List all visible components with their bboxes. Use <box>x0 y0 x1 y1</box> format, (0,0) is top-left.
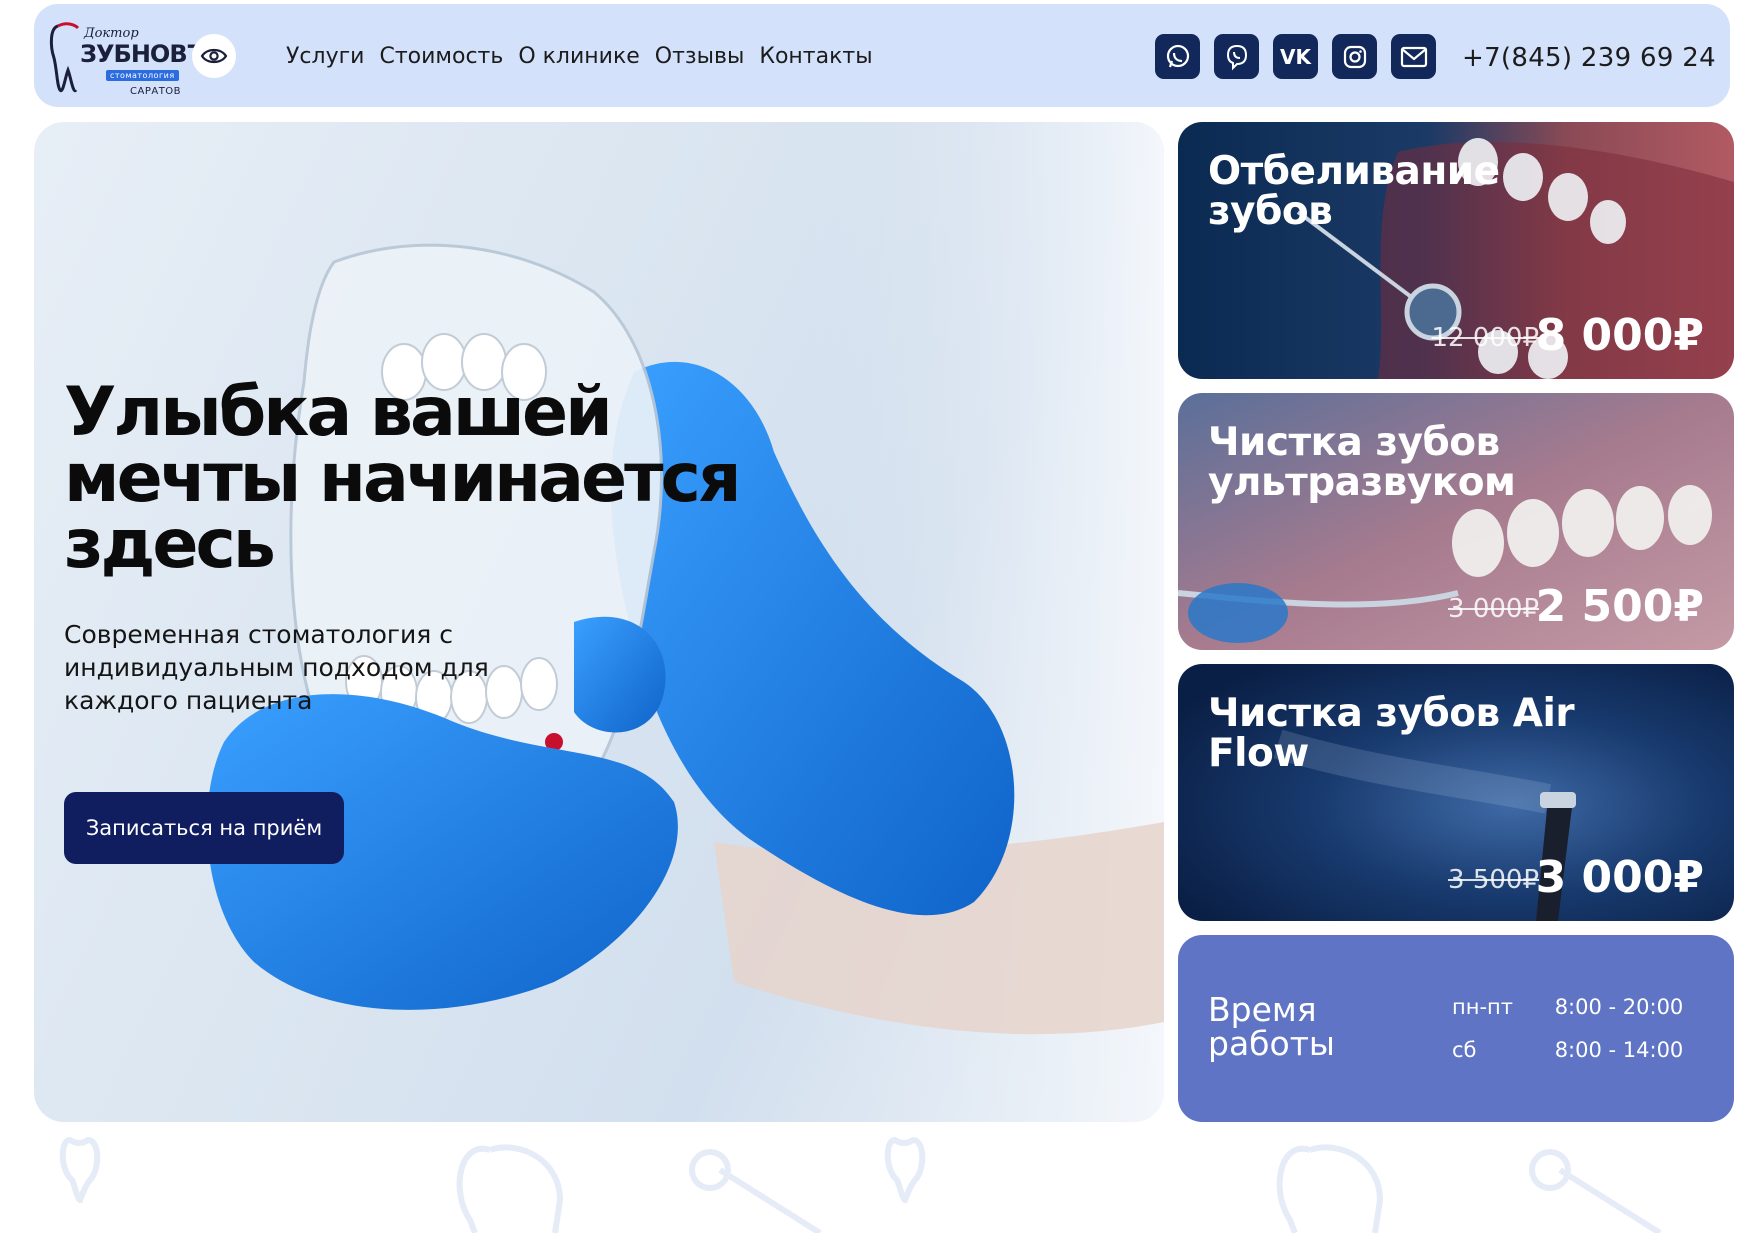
nav-link-reviews[interactable]: Отзывы <box>655 44 745 69</box>
nav-link-prices[interactable]: Стоимость <box>379 44 503 69</box>
instagram-button[interactable] <box>1332 34 1377 79</box>
hero-title: Улыбка вашей мечты начинается здесь <box>64 380 784 578</box>
logo-line2: ЗУБНОВЪ <box>80 40 208 68</box>
service-card-ultrasonic[interactable]: Чистка зубов ультразвуком 3 000₽ 2 500₽ <box>1178 393 1734 650</box>
service-title: Чистка зубов Air Flow <box>1208 694 1588 774</box>
clinic-logo[interactable]: Доктор ЗУБНОВЪ стоматология САРАТОВ <box>48 14 188 102</box>
eye-icon <box>200 47 228 65</box>
social-links: VK <box>1155 34 1436 79</box>
nav-link-services[interactable]: Услуги <box>286 44 364 69</box>
hours-row: пн-пт 8:00 - 20:00 <box>1452 995 1683 1019</box>
mirror-pattern-icon <box>1560 1170 1660 1233</box>
viber-button[interactable] <box>1214 34 1259 79</box>
main-nav: Услуги Стоимость О клинике Отзывы Контак… <box>286 44 873 69</box>
accessibility-button[interactable] <box>192 34 236 78</box>
price: 8 000₽ <box>1536 310 1704 361</box>
old-price: 12 000₽ <box>1431 323 1539 353</box>
price: 2 500₽ <box>1536 581 1704 632</box>
hours-days: пн-пт <box>1452 995 1548 1019</box>
price: 3 000₽ <box>1536 852 1704 903</box>
old-price: 3 500₽ <box>1448 865 1539 895</box>
service-title: Чистка зубов ультразвуком <box>1208 423 1588 503</box>
service-card-airflow[interactable]: Чистка зубов Air Flow 3 500₽ 3 000₽ <box>1178 664 1734 921</box>
tooth-pattern-icon <box>888 1140 923 1200</box>
old-price: 3 000₽ <box>1448 594 1539 624</box>
hours-days: сб <box>1452 1038 1548 1062</box>
vk-icon: VK <box>1280 45 1311 69</box>
hours-time: 8:00 - 20:00 <box>1555 995 1684 1019</box>
tooth-pattern-icon <box>63 1140 98 1200</box>
tooth-pattern-icon <box>460 1147 560 1233</box>
viber-icon <box>1223 43 1251 71</box>
hours-title: Время работы <box>1208 993 1408 1061</box>
hours-row: сб 8:00 - 14:00 <box>1452 1038 1683 1062</box>
instagram-icon <box>1342 44 1368 70</box>
hours-time: 8:00 - 14:00 <box>1555 1038 1684 1062</box>
service-title: Отбеливание зубов <box>1208 152 1588 232</box>
hero-banner: Улыбка вашей мечты начинается здесь Совр… <box>34 122 1164 1122</box>
mirror-pattern-icon <box>720 1170 820 1233</box>
working-hours-card: Время работы пн-пт 8:00 - 20:00 сб 8:00 … <box>1178 935 1734 1122</box>
whatsapp-icon <box>1164 43 1192 71</box>
nav-link-contacts[interactable]: Контакты <box>759 44 872 69</box>
logo-city: САРАТОВ <box>130 86 181 97</box>
mail-icon <box>1400 46 1428 68</box>
logo-tag: стоматология <box>106 70 179 81</box>
mail-button[interactable] <box>1391 34 1436 79</box>
logo-line1: Доктор <box>84 26 139 41</box>
vk-button[interactable]: VK <box>1273 34 1318 79</box>
nav-link-about[interactable]: О клинике <box>518 44 639 69</box>
service-card-whitening[interactable]: Отбеливание зубов 12 000₽ 8 000₽ <box>1178 122 1734 379</box>
whatsapp-button[interactable] <box>1155 34 1200 79</box>
site-header: Доктор ЗУБНОВЪ стоматология САРАТОВ Услу… <box>34 4 1730 107</box>
tooth-pattern-icon <box>1280 1147 1380 1233</box>
background-tooth-pattern <box>0 1130 1764 1233</box>
book-appointment-button[interactable]: Записаться на приём <box>64 792 344 864</box>
hero-subtitle: Современная стоматология с индивидуальны… <box>64 618 544 717</box>
phone-link[interactable]: +7(845) 239 69 24 <box>1462 43 1716 73</box>
